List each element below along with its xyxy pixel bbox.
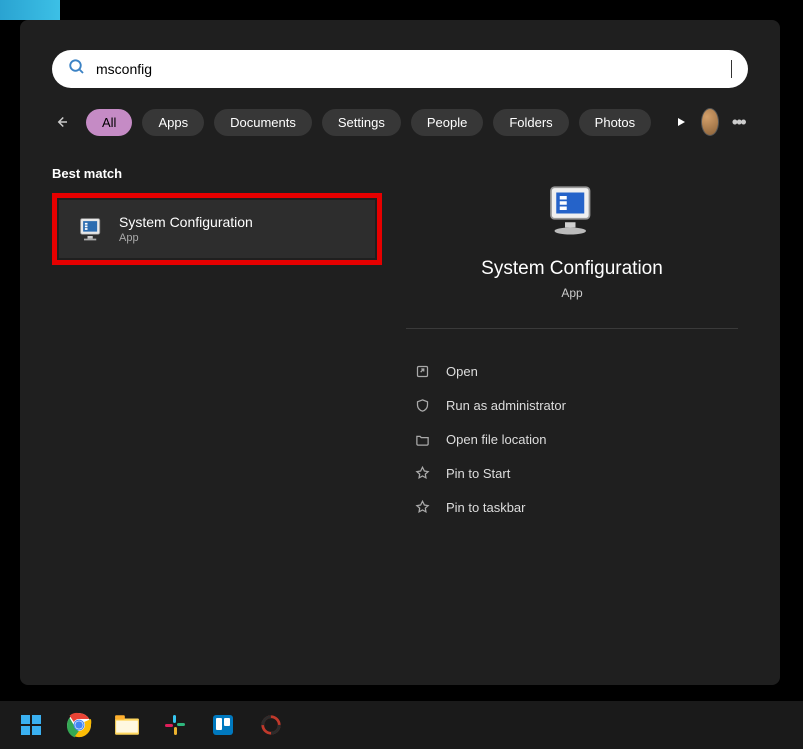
action-label: Open: [446, 364, 478, 379]
taskbar: [0, 701, 803, 749]
result-subtitle: App: [119, 232, 253, 244]
start-button[interactable]: [12, 706, 50, 744]
filter-pill-photos[interactable]: Photos: [579, 109, 651, 136]
detail-subtitle: App: [396, 286, 748, 300]
taskbar-trello-icon[interactable]: [204, 706, 242, 744]
filter-row: All Apps Documents Settings People Folde…: [52, 106, 748, 138]
best-match-label: Best match: [52, 166, 382, 181]
play-icon[interactable]: [671, 106, 691, 138]
search-result-item[interactable]: System Configuration App: [59, 200, 375, 258]
folder-icon: [414, 431, 430, 447]
text-cursor: [731, 60, 732, 78]
action-label: Run as administrator: [446, 398, 566, 413]
search-input[interactable]: [96, 61, 721, 77]
best-match-highlight: System Configuration App: [52, 193, 382, 265]
search-icon: [68, 58, 86, 81]
divider: [406, 328, 738, 329]
start-search-panel: All Apps Documents Settings People Folde…: [20, 20, 780, 685]
action-label: Pin to Start: [446, 466, 510, 481]
action-label: Open file location: [446, 432, 546, 447]
detail-pane: System Configuration App Open Run as adm…: [396, 166, 748, 521]
detail-title: System Configuration: [396, 258, 748, 280]
user-avatar[interactable]: [701, 108, 719, 136]
filter-pill-people[interactable]: People: [411, 109, 483, 136]
taskbar-slack-icon[interactable]: [156, 706, 194, 744]
back-button[interactable]: [52, 110, 70, 134]
filter-pill-apps[interactable]: Apps: [142, 109, 204, 136]
search-bar[interactable]: [52, 50, 748, 88]
action-pin-start[interactable]: Pin to Start: [406, 459, 738, 487]
detail-app-icon: [396, 182, 748, 238]
more-options-icon[interactable]: •••: [729, 106, 749, 138]
filter-pill-documents[interactable]: Documents: [214, 109, 312, 136]
action-label: Pin to taskbar: [446, 500, 526, 515]
filter-pill-all[interactable]: All: [86, 109, 132, 136]
result-title: System Configuration: [119, 214, 253, 230]
window-accent-bar: [0, 0, 60, 20]
system-configuration-icon: [77, 215, 105, 243]
open-icon: [414, 363, 430, 379]
taskbar-app-icon[interactable]: [252, 706, 290, 744]
action-open[interactable]: Open: [406, 357, 738, 385]
filter-pill-folders[interactable]: Folders: [493, 109, 568, 136]
pin-icon: [414, 465, 430, 481]
pin-icon: [414, 499, 430, 515]
shield-icon: [414, 397, 430, 413]
filter-pill-settings[interactable]: Settings: [322, 109, 401, 136]
taskbar-chrome-icon[interactable]: [60, 706, 98, 744]
taskbar-explorer-icon[interactable]: [108, 706, 146, 744]
action-open-location[interactable]: Open file location: [406, 425, 738, 453]
action-pin-taskbar[interactable]: Pin to taskbar: [406, 493, 738, 521]
action-run-admin[interactable]: Run as administrator: [406, 391, 738, 419]
